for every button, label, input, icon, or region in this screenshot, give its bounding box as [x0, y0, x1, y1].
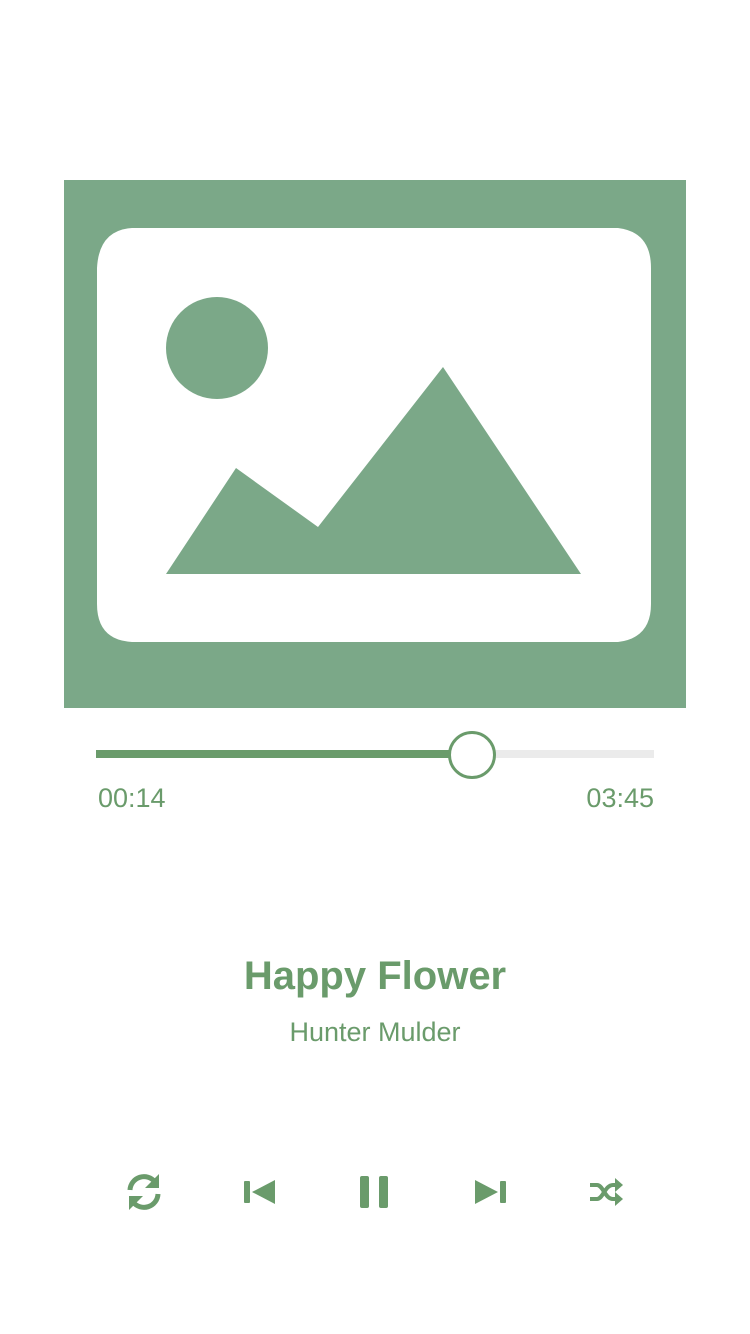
album-cover — [64, 180, 686, 708]
progress-handle[interactable] — [448, 731, 497, 779]
repeat-button[interactable] — [112, 1160, 176, 1224]
track-artist: Hunter Mulder — [289, 1017, 461, 1047]
total-duration: 03:45 — [586, 783, 654, 813]
skip-previous-icon — [244, 1180, 275, 1204]
previous-button[interactable] — [228, 1160, 292, 1224]
next-button[interactable] — [458, 1160, 522, 1224]
pause-button[interactable] — [342, 1160, 406, 1224]
track-title: Happy Flower — [243, 954, 507, 998]
shuffle-icon — [590, 1178, 623, 1206]
elapsed-time: 00:14 — [98, 783, 166, 813]
progress-fill — [96, 750, 470, 758]
repeat-icon — [127, 1174, 161, 1210]
progress-slider[interactable] — [96, 730, 654, 779]
playback-controls — [0, 1160, 750, 1224]
skip-next-icon — [475, 1180, 506, 1204]
image-placeholder-icon — [64, 180, 686, 708]
pause-icon — [360, 1176, 388, 1208]
shuffle-button[interactable] — [574, 1160, 638, 1224]
